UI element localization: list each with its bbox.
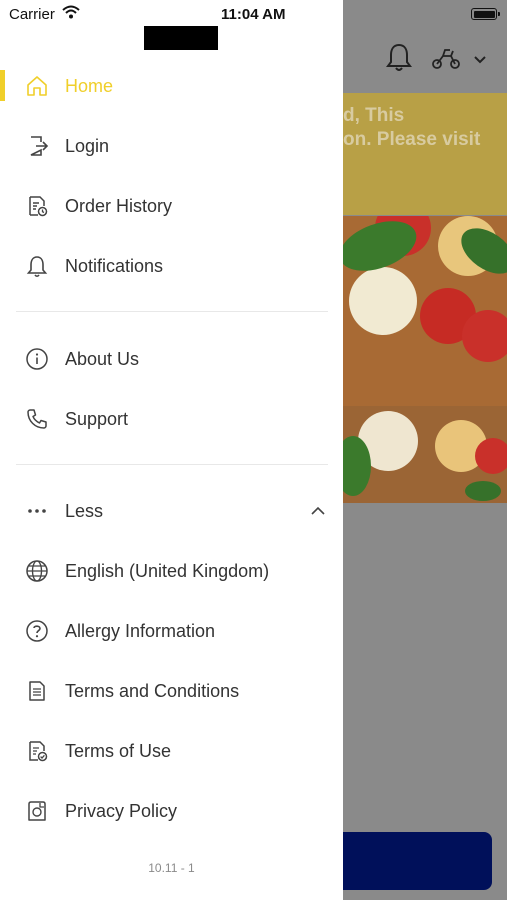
- privacy-icon: [24, 798, 50, 824]
- carrier-label: Carrier: [9, 6, 55, 23]
- cta-button: [328, 832, 492, 890]
- globe-icon: [24, 558, 50, 584]
- delivery-scooter-icon: [432, 49, 460, 69]
- document-check-icon: [24, 738, 50, 764]
- menu-item-language[interactable]: English (United Kingdom): [0, 546, 343, 596]
- navigation-drawer: Home Login Order History Notifications A…: [0, 0, 343, 900]
- document-icon: [24, 678, 50, 704]
- menu-item-terms-of-use[interactable]: Terms of Use: [0, 726, 343, 776]
- menu-item-label: Terms and Conditions: [65, 681, 240, 701]
- question-icon: [24, 618, 50, 644]
- clock: 11:04 AM: [221, 6, 286, 23]
- bell-icon: [24, 253, 50, 279]
- menu-item-label: Order History: [65, 196, 173, 216]
- chevron-down-icon: [474, 56, 486, 64]
- menu-item-support[interactable]: Support: [0, 394, 343, 444]
- menu-item-label: English (United Kingdom): [65, 561, 270, 581]
- menu-item-home[interactable]: Home: [0, 61, 343, 111]
- menu-item-label: Less: [65, 501, 104, 521]
- bell-icon: [386, 43, 412, 71]
- menu-item-label: Home: [65, 76, 114, 96]
- menu-item-label: Support: [65, 409, 129, 429]
- menu-item-privacy-policy[interactable]: Privacy Policy: [0, 786, 343, 836]
- menu-item-about-us[interactable]: About Us: [0, 334, 343, 384]
- login-icon: [24, 133, 50, 159]
- ellipsis-icon: [24, 498, 50, 524]
- hero-image: [343, 216, 507, 503]
- menu-item-login[interactable]: Login: [0, 121, 343, 171]
- info-banner-text: d, This on. Please visit: [343, 105, 481, 150]
- menu-item-label: Privacy Policy: [65, 801, 178, 821]
- app-version: 10.11 - 1: [148, 861, 195, 875]
- menu-item-label: Notifications: [65, 256, 164, 276]
- phone-icon: [24, 406, 50, 432]
- battery-icon: [471, 8, 500, 20]
- divider: [16, 311, 328, 312]
- menu-item-label: Terms of Use: [65, 741, 172, 761]
- menu-item-label: Allergy Information: [65, 621, 216, 641]
- menu-item-notifications[interactable]: Notifications: [0, 241, 343, 291]
- menu-item-label: Login: [65, 136, 110, 156]
- wifi-icon: [62, 5, 80, 19]
- menu-item-allergy-information[interactable]: Allergy Information: [0, 606, 343, 656]
- menu-item-order-history[interactable]: Order History: [0, 181, 343, 231]
- divider: [16, 464, 328, 465]
- menu-toggle-less[interactable]: Less: [0, 486, 343, 536]
- menu-item-terms-and-conditions[interactable]: Terms and Conditions: [0, 666, 343, 716]
- redacted-logo: [144, 26, 218, 50]
- menu-item-label: About Us: [65, 349, 140, 369]
- chevron-up-icon[interactable]: [310, 503, 326, 519]
- home-icon: [24, 73, 50, 99]
- status-bar: Carrier 11:04 AM: [0, 0, 507, 28]
- order-history-icon: [24, 193, 50, 219]
- info-icon: [24, 346, 50, 372]
